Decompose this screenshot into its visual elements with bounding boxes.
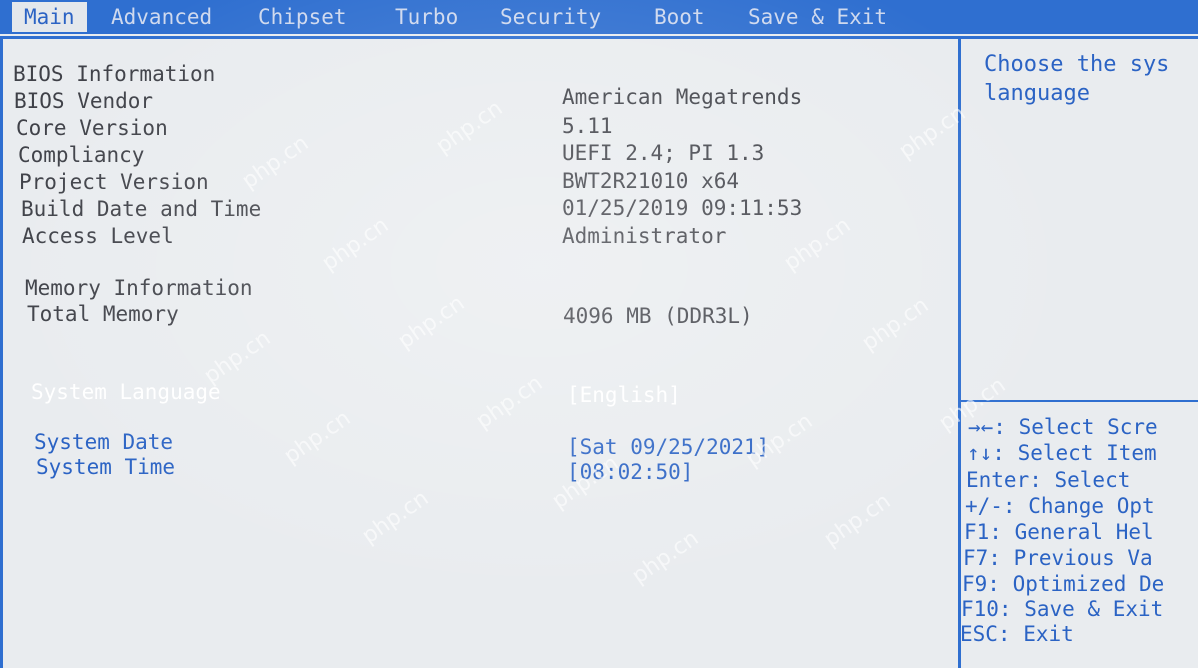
bios-information-heading: BIOS Information: [13, 62, 216, 86]
watermark-text: php.cn: [199, 325, 276, 390]
total-memory-label: Total Memory: [27, 302, 179, 326]
tab-save-exit[interactable]: Save & Exit: [748, 2, 887, 32]
key-help-optimized-defaults: F9: Optimized De: [962, 572, 1165, 596]
key-help-enter-select: Enter: Select: [966, 468, 1131, 492]
total-memory-value: 4096 MB (DDR3L): [563, 304, 753, 328]
access-level-label: Access Level: [22, 224, 174, 248]
key-help-change-option: +/-: Change Opt: [965, 494, 1155, 518]
help-text-line-2: language: [984, 81, 1090, 106]
system-date-label[interactable]: System Date: [34, 430, 173, 454]
key-help-escape-exit: ESC: Exit: [960, 622, 1074, 646]
watermark-text: php.cn: [357, 485, 434, 550]
watermark-text: php.cn: [471, 370, 548, 435]
tab-boot[interactable]: Boot: [654, 2, 705, 32]
watermark-text: php.cn: [393, 290, 470, 355]
watermark-text: php.cn: [431, 95, 508, 160]
watermark-text: php.cn: [279, 405, 356, 470]
access-level-value: Administrator: [562, 224, 727, 248]
tab-advanced[interactable]: Advanced: [111, 2, 212, 32]
menu-bar: Main Advanced Chipset Turbo Security Boo…: [0, 0, 1198, 34]
watermark-text: php.cn: [857, 292, 934, 357]
project-version-value: BWT2R21010 x64: [562, 169, 740, 193]
compliancy-label: Compliancy: [18, 143, 145, 167]
key-help-previous-values: F7: Previous Va: [963, 546, 1153, 570]
frame-top-border: [0, 36, 1198, 39]
compliancy-value: UEFI 2.4; PI 1.3: [562, 141, 765, 165]
core-version-value: 5.11: [562, 114, 613, 138]
key-help-save-exit: F10: Save & Exit: [961, 597, 1164, 621]
watermark-text: php.cn: [627, 525, 704, 590]
system-time-label[interactable]: System Time: [36, 455, 175, 479]
tab-chipset[interactable]: Chipset: [258, 2, 347, 32]
watermark-text: php.cn: [779, 212, 856, 277]
watermark-text: php.cn: [237, 130, 314, 195]
project-version-label: Project Version: [19, 170, 209, 194]
watermark-text: php.cn: [317, 212, 394, 277]
help-text-line-1: Choose the sys: [984, 52, 1170, 77]
build-date-label: Build Date and Time: [21, 197, 262, 221]
core-version-label: Core Version: [16, 116, 168, 140]
key-help-general-help: F1: General Hel: [964, 520, 1154, 544]
tab-security[interactable]: Security: [500, 2, 601, 32]
memory-information-heading: Memory Information: [25, 276, 253, 300]
system-date-value[interactable]: [Sat 09/25/2021]: [567, 435, 769, 459]
key-help-select-item: ↑↓: Select Item: [967, 441, 1157, 465]
tab-turbo[interactable]: Turbo: [395, 2, 458, 32]
bios-vendor-label: BIOS Vendor: [14, 89, 154, 113]
tab-main[interactable]: Main: [12, 2, 87, 32]
bios-vendor-value: American Megatrends: [562, 85, 803, 109]
system-language-label[interactable]: System Language: [31, 380, 221, 404]
system-language-value[interactable]: [English]: [567, 383, 681, 407]
key-help-select-screen: →←: Select Scre: [968, 415, 1158, 439]
watermark-text: php.cn: [819, 488, 896, 553]
build-date-value: 01/25/2019 09:11:53: [562, 196, 803, 220]
help-panel-divider: [958, 36, 961, 668]
frame-left-border: [0, 36, 3, 668]
